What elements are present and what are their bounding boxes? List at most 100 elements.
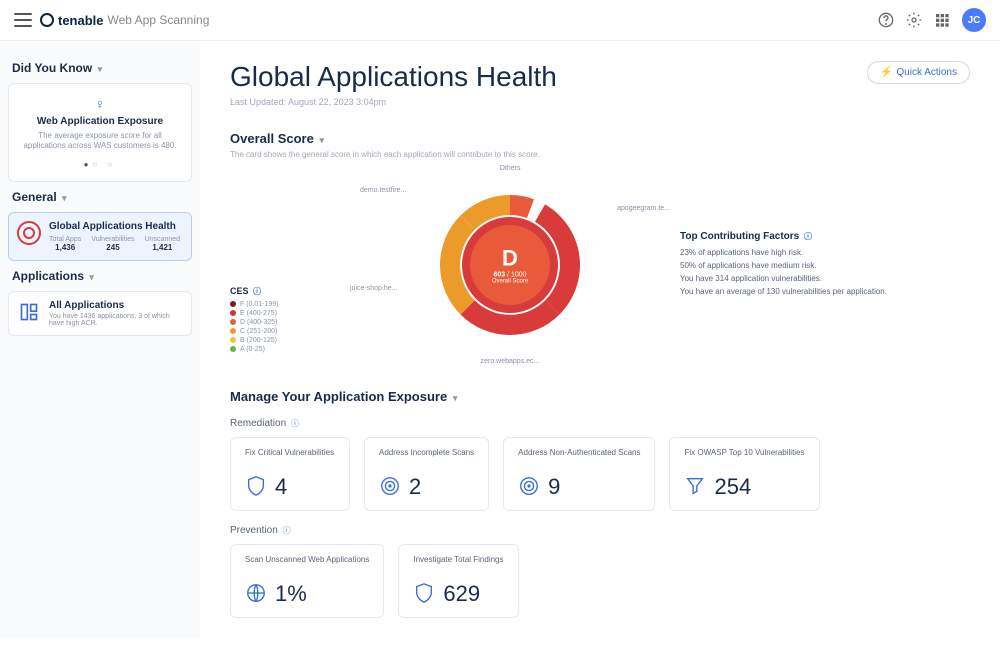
- nav-item-title: All Applications: [49, 300, 183, 311]
- metric-label: Fix Critical Vulnerabilities: [245, 448, 335, 468]
- donut-seg-label: Others: [499, 165, 520, 172]
- grade-letter: D: [492, 246, 528, 272]
- metric-value: 2: [409, 474, 421, 500]
- section-sub: The card shows the general score in whic…: [230, 150, 970, 159]
- topbar: tenable Web App Scanning JC: [0, 0, 1000, 41]
- shield-icon: [413, 582, 435, 607]
- grid-icon[interactable]: [934, 12, 950, 28]
- tip-card: ♀ Web Application Exposure The average e…: [8, 83, 192, 182]
- apps-icon: [17, 300, 41, 324]
- nav-item-title: Global Applications Health: [49, 221, 180, 232]
- sidebar-item-all-applications[interactable]: All Applications You have 1436 applicati…: [8, 291, 192, 336]
- factor-line: You have an average of 130 vulnerabiliti…: [680, 287, 970, 296]
- last-updated: Last Updated: August 22, 2023 3:04pm: [230, 97, 557, 107]
- nav-item-sub: You have 1436 applications, 3 of which h…: [49, 313, 183, 327]
- metric-value: 254: [714, 474, 751, 500]
- legend-label: D (400-325): [240, 319, 277, 326]
- legend-column: CES ⓘ F (0.01-199) E (400-275) D (400-325)…: [230, 176, 340, 355]
- section-label: General: [12, 190, 57, 204]
- subsection-prevention: Prevention ⓘ: [230, 525, 970, 536]
- metric-label: Scan Unscanned Web Applications: [245, 555, 369, 575]
- brand-text: tenable: [58, 13, 104, 28]
- overall-score-row: CES ⓘ F (0.01-199) E (400-275) D (400-325)…: [230, 165, 970, 365]
- nav-item-stats: Total Apps1,436 Vulnerabilities245 Unsca…: [49, 236, 180, 252]
- factor-line: You have 314 application vulnerabilities…: [680, 274, 970, 283]
- metric-card[interactable]: Investigate Total Findings 629: [398, 544, 518, 618]
- metric-label: Address Non-Authenticated Scans: [518, 448, 640, 468]
- legend-item: D (400-325): [230, 319, 340, 326]
- globe-icon: [245, 582, 267, 607]
- section-overall-score[interactable]: Overall Score ▾: [230, 131, 970, 146]
- metric-value: 9: [548, 474, 560, 500]
- legend-label: B (200-125): [240, 337, 277, 344]
- legend-label: F (0.01-199): [240, 301, 279, 308]
- legend-item: E (400-275): [230, 310, 340, 317]
- user-avatar[interactable]: JC: [962, 8, 986, 32]
- info-icon[interactable]: ⓘ: [253, 287, 261, 296]
- chevron-down-icon: ▾: [319, 135, 324, 145]
- legend-label: C (251-200): [240, 328, 277, 335]
- metric-card[interactable]: Fix OWASP Top 10 Vulnerabilities 254: [669, 437, 819, 511]
- factor-line: 50% of applications have medium risk.: [680, 261, 970, 270]
- target-icon: [518, 475, 540, 500]
- metric-card[interactable]: Scan Unscanned Web Applications 1%: [230, 544, 384, 618]
- sidebar-section-didyouknow[interactable]: Did You Know ▾: [12, 61, 188, 75]
- sidebar-item-global-health[interactable]: Global Applications Health Total Apps1,4…: [8, 212, 192, 261]
- quick-actions-button[interactable]: ⚡ Quick Actions: [867, 61, 970, 84]
- info-icon[interactable]: ⓘ: [283, 526, 291, 535]
- sidebar-section-applications[interactable]: Applications ▾: [12, 269, 188, 283]
- logo-circle-icon: [40, 13, 54, 27]
- chevron-down-icon: ▾: [453, 393, 458, 403]
- donut-chart: D 603 / 1000 Overall Score Others demo.t…: [370, 165, 650, 365]
- score-label: Overall Score: [492, 279, 528, 285]
- subsection-remediation: Remediation ⓘ: [230, 418, 970, 429]
- donut-seg-label: zero.webapps.ec...: [481, 358, 540, 365]
- metric-label: Investigate Total Findings: [413, 555, 503, 575]
- factors-title: Top Contributing Factors ⓘ: [680, 231, 970, 242]
- legend-item: A (0-25): [230, 346, 340, 353]
- legend-label: A (0-25): [240, 346, 265, 353]
- chevron-down-icon: ▾: [62, 193, 67, 203]
- main-content: Global Applications Health Last Updated:…: [200, 41, 1000, 638]
- metric-card[interactable]: Address Non-Authenticated Scans 9: [503, 437, 655, 511]
- legend-dot-icon: [230, 319, 236, 325]
- legend-item: F (0.01-199): [230, 301, 340, 308]
- legend-label: E (400-275): [240, 310, 277, 317]
- legend-dot-icon: [230, 310, 236, 316]
- legend-title: CES ⓘ: [230, 286, 340, 297]
- bolt-icon: ⚡: [880, 67, 892, 78]
- chevron-down-icon: ▾: [98, 64, 103, 74]
- page-title: Global Applications Health: [230, 61, 557, 93]
- info-icon[interactable]: ⓘ: [804, 232, 812, 241]
- page-header: Global Applications Health Last Updated:…: [230, 61, 970, 107]
- metric-label: Fix OWASP Top 10 Vulnerabilities: [684, 448, 804, 468]
- tip-title: Web Application Exposure: [19, 116, 181, 127]
- lightbulb-icon: ♀: [19, 96, 181, 112]
- legend-item: C (251-200): [230, 328, 340, 335]
- sidebar-section-general[interactable]: General ▾: [12, 190, 188, 204]
- carousel-dots[interactable]: ●○ ○: [19, 160, 181, 169]
- score-value: 603 / 1000: [492, 272, 528, 279]
- donut-seg-label: apogeegram.te...: [617, 205, 670, 212]
- factor-line: 23% of applications have high risk.: [680, 248, 970, 257]
- tip-body: The average exposure score for all appli…: [19, 131, 181, 152]
- health-ring-icon: [17, 221, 41, 245]
- brand-logo[interactable]: tenable Web App Scanning: [40, 13, 209, 28]
- topbar-right: JC: [878, 8, 986, 32]
- metric-card[interactable]: Fix Critical Vulnerabilities 4: [230, 437, 350, 511]
- info-icon[interactable]: ⓘ: [291, 419, 299, 428]
- legend-dot-icon: [230, 337, 236, 343]
- target-icon: [379, 475, 401, 500]
- section-label: Applications: [12, 269, 84, 283]
- help-icon[interactable]: [878, 12, 894, 28]
- chevron-down-icon: ▾: [89, 272, 94, 282]
- settings-icon[interactable]: [906, 12, 922, 28]
- button-label: Quick Actions: [896, 67, 957, 78]
- donut-seg-label: demo.testfire...: [360, 187, 406, 194]
- section-manage-exposure[interactable]: Manage Your Application Exposure ▾: [230, 389, 970, 404]
- metric-card[interactable]: Address Incomplete Scans 2: [364, 437, 489, 511]
- section-label: Did You Know: [12, 61, 92, 75]
- prevention-cards-row: Scan Unscanned Web Applications 1%Invest…: [230, 544, 970, 618]
- topbar-left: tenable Web App Scanning: [14, 13, 209, 28]
- hamburger-icon[interactable]: [14, 13, 32, 27]
